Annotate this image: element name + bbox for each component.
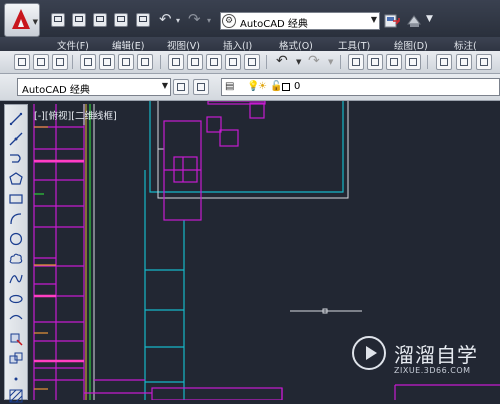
menu-item-format[interactable]: 格式(O) — [279, 38, 313, 52]
chevron-down-icon: ▼ — [161, 81, 168, 90]
pan-icon[interactable] — [348, 54, 364, 70]
watermark-url: ZIXUE.3D66.COM — [394, 366, 471, 375]
circle-icon[interactable] — [8, 231, 24, 247]
undo-icon[interactable]: ↶ — [276, 53, 288, 69]
zoom-previous-icon[interactable] — [405, 54, 421, 70]
layer-dropdown[interactable]: ▤ 💡 ☀ 🔓 0 — [221, 78, 500, 96]
layer-properties-icon[interactable] — [193, 79, 209, 95]
white-frame-lines — [157, 101, 349, 199]
menu-bar: 文件(F) 编辑(E) 视图(V) 插入(I) 格式(O) 工具(T) 绘图(D… — [0, 37, 500, 52]
ellipse-arc-icon[interactable] — [8, 311, 24, 327]
open-file-icon[interactable] — [33, 54, 49, 70]
insert-block-icon[interactable] — [8, 331, 24, 347]
workspace-layer-toolbar: AutoCAD 经典 ▼ ▤ 💡 ☀ 🔓 0 — [0, 74, 500, 101]
left-column-lines — [33, 104, 85, 400]
workspace-switcher[interactable]: ⚙ AutoCAD 经典 ▼ — [220, 12, 380, 30]
block-editor-icon[interactable] — [244, 54, 260, 70]
draw-toolbar — [4, 104, 28, 403]
point-icon[interactable] — [8, 371, 24, 387]
design-center-icon[interactable] — [456, 54, 472, 70]
copy-icon[interactable] — [187, 54, 203, 70]
print-icon[interactable] — [136, 13, 150, 27]
cyan-lines — [144, 101, 344, 400]
application-menu-button[interactable]: ▼ — [4, 3, 40, 37]
redo-icon[interactable]: ↷ — [188, 10, 201, 28]
workspace-switcher-value: AutoCAD 经典 — [240, 19, 308, 30]
export-icon[interactable] — [384, 12, 401, 29]
pink-highlight-lines — [34, 159, 84, 363]
zoom-realtime-icon[interactable] — [367, 54, 383, 70]
3d-dwf-icon[interactable] — [137, 54, 153, 70]
spline-icon[interactable] — [8, 271, 24, 287]
toolbar-divider — [427, 55, 428, 69]
layer-dropdown-value: 0 — [294, 81, 301, 92]
sun-icon: ☀ — [258, 81, 267, 92]
polyline-icon[interactable] — [8, 151, 24, 167]
menu-item-tools[interactable]: 工具(T) — [338, 38, 370, 52]
zoom-window-icon[interactable] — [386, 54, 402, 70]
crosshair-cursor — [290, 308, 362, 314]
layer-manager-icon: ▤ — [225, 81, 235, 92]
layer-color-swatch — [282, 83, 290, 91]
title-bar: ▼ ↶ ▾ ↷ ▾ ⚙ AutoCAD 经典 ▼ ▼ — [0, 0, 500, 37]
rectangle-icon[interactable] — [8, 191, 24, 207]
print-icon[interactable] — [80, 54, 96, 70]
menu-item-file[interactable]: 文件(F) — [57, 38, 89, 52]
chevron-down-icon[interactable]: ▼ — [328, 58, 333, 66]
workspace-settings-icon[interactable] — [173, 79, 189, 95]
workspace-dropdown[interactable]: AutoCAD 经典 ▼ — [17, 78, 171, 96]
properties-icon[interactable] — [436, 54, 452, 70]
menu-item-insert[interactable]: 插入(I) — [223, 38, 252, 52]
save-icon[interactable] — [52, 54, 68, 70]
chevron-down-icon: ▼ — [370, 15, 377, 24]
ellipse-icon[interactable] — [8, 291, 24, 307]
save-icon[interactable] — [93, 13, 107, 27]
toolbar-divider — [72, 55, 73, 69]
arc-icon[interactable] — [8, 211, 24, 227]
revision-cloud-icon[interactable] — [8, 251, 24, 267]
play-logo-icon — [352, 336, 386, 370]
plot-icon[interactable] — [406, 12, 423, 29]
make-block-icon[interactable] — [8, 351, 24, 367]
toolbar-divider — [160, 55, 161, 69]
hatch-icon[interactable] — [8, 388, 24, 404]
save-as-icon[interactable] — [114, 13, 128, 27]
print-preview-icon[interactable] — [99, 54, 115, 70]
menu-item-view[interactable]: 视图(V) — [167, 38, 200, 52]
chevron-down-icon[interactable]: ▾ — [207, 16, 211, 25]
line-tool-icon[interactable] — [8, 111, 24, 127]
tool-palettes-icon[interactable] — [476, 54, 492, 70]
menu-item-edit[interactable]: 编辑(E) — [112, 38, 144, 52]
viewport-controls-label[interactable]: [-][俯视][二维线框] — [34, 108, 117, 122]
match-properties-icon[interactable] — [225, 54, 241, 70]
chevron-down-icon: ▼ — [32, 18, 38, 26]
watermark-text: 溜溜自学 — [394, 343, 478, 367]
new-file-icon[interactable] — [14, 54, 30, 70]
redo-icon[interactable]: ↷ — [308, 53, 320, 69]
chevron-down-icon[interactable]: ▼ — [426, 14, 433, 24]
toolbar-divider — [340, 55, 341, 69]
standard-toolbar: ↶ ▼ ↷ ▼ — [0, 51, 500, 74]
publish-icon[interactable] — [118, 54, 134, 70]
unlock-icon: 🔓 — [270, 81, 283, 92]
toolbar-divider — [266, 55, 267, 69]
bulb-on-icon: 💡 — [247, 81, 260, 92]
workspace-dropdown-value: AutoCAD 经典 — [22, 85, 90, 96]
polygon-icon[interactable] — [8, 171, 24, 187]
undo-icon[interactable]: ↶ — [159, 10, 172, 28]
chevron-down-icon[interactable]: ▼ — [296, 58, 301, 66]
open-file-icon[interactable] — [72, 13, 86, 27]
new-file-icon[interactable] — [51, 13, 65, 27]
watermark: 溜溜自学 ZIXUE.3D66.COM — [352, 334, 492, 388]
gear-icon: ⚙ — [222, 14, 236, 28]
menu-item-draw[interactable]: 绘图(D) — [394, 38, 428, 52]
chevron-down-icon[interactable]: ▾ — [176, 16, 180, 25]
cut-icon[interactable] — [168, 54, 184, 70]
menu-item-dimension[interactable]: 标注( — [454, 38, 477, 52]
paste-icon[interactable] — [206, 54, 222, 70]
construction-line-icon[interactable] — [8, 131, 24, 147]
